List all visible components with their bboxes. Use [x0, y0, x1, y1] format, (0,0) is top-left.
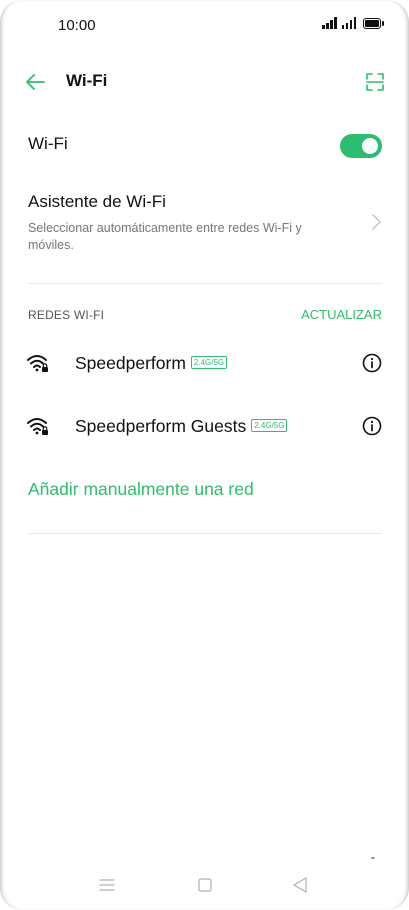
status-icons — [322, 17, 384, 29]
wifi-toggle-switch[interactable] — [340, 134, 382, 158]
info-icon — [362, 416, 382, 436]
refresh-button[interactable]: ACTUALIZAR — [301, 307, 382, 322]
system-navigation-bar — [0, 866, 409, 906]
networks-section-title: REDES WI-FI — [28, 308, 105, 322]
chevron-right-icon — [372, 214, 381, 230]
status-bar: 10:00 — [0, 0, 409, 52]
divider — [28, 283, 382, 284]
arrow-left-icon — [26, 74, 45, 90]
home-square-icon[interactable] — [198, 878, 212, 892]
signal-icon — [322, 17, 337, 29]
wifi-assistant-description: Seleccionar automáticamente entre redes … — [28, 221, 302, 252]
network-info-button[interactable] — [361, 415, 383, 437]
page-title: Wi-Fi — [66, 71, 108, 90]
add-network-manually-link[interactable]: Añadir manualmente una red — [28, 479, 254, 500]
network-name-text: Speedperform Guests — [75, 416, 247, 436]
scroll-hint — [371, 857, 375, 859]
network-name-text: Speedperform — [75, 353, 186, 373]
battery-icon — [363, 18, 384, 29]
wifi-locked-icon — [27, 355, 48, 372]
app-header: Wi-Fi — [0, 60, 409, 104]
signal-icon — [341, 17, 356, 29]
status-time: 10:00 — [58, 17, 96, 34]
qr-scan-icon — [366, 73, 384, 91]
band-badge: 2.4G/5G — [190, 355, 228, 369]
back-button[interactable] — [22, 68, 50, 96]
network-item-speedperform-guests[interactable]: Speedperform Guests 2.4G/5G — [0, 405, 409, 449]
qr-scan-button[interactable] — [363, 70, 387, 94]
network-name: Speedperform 2.4G/5G — [75, 353, 228, 374]
network-name: Speedperform Guests 2.4G/5G — [75, 416, 288, 437]
wifi-locked-icon — [27, 418, 48, 435]
wifi-toggle-row: Wi-Fi — [0, 122, 409, 170]
divider — [28, 533, 382, 534]
menu-icon[interactable] — [99, 878, 115, 892]
band-badge: 2.4G/5G — [251, 418, 288, 432]
networks-section-header: REDES WI-FI ACTUALIZAR — [0, 306, 409, 326]
back-triangle-icon[interactable] — [292, 876, 308, 894]
wifi-toggle-label: Wi-Fi — [28, 134, 68, 153]
network-item-speedperform[interactable]: Speedperform 2.4G/5G — [0, 342, 409, 386]
network-info-button[interactable] — [361, 352, 383, 374]
info-icon — [362, 353, 382, 373]
toggle-knob — [362, 138, 378, 154]
wifi-assistant-item[interactable]: Asistente de Wi-Fi Seleccionar automátic… — [0, 184, 409, 270]
wifi-assistant-title: Asistente de Wi-Fi — [28, 192, 166, 211]
